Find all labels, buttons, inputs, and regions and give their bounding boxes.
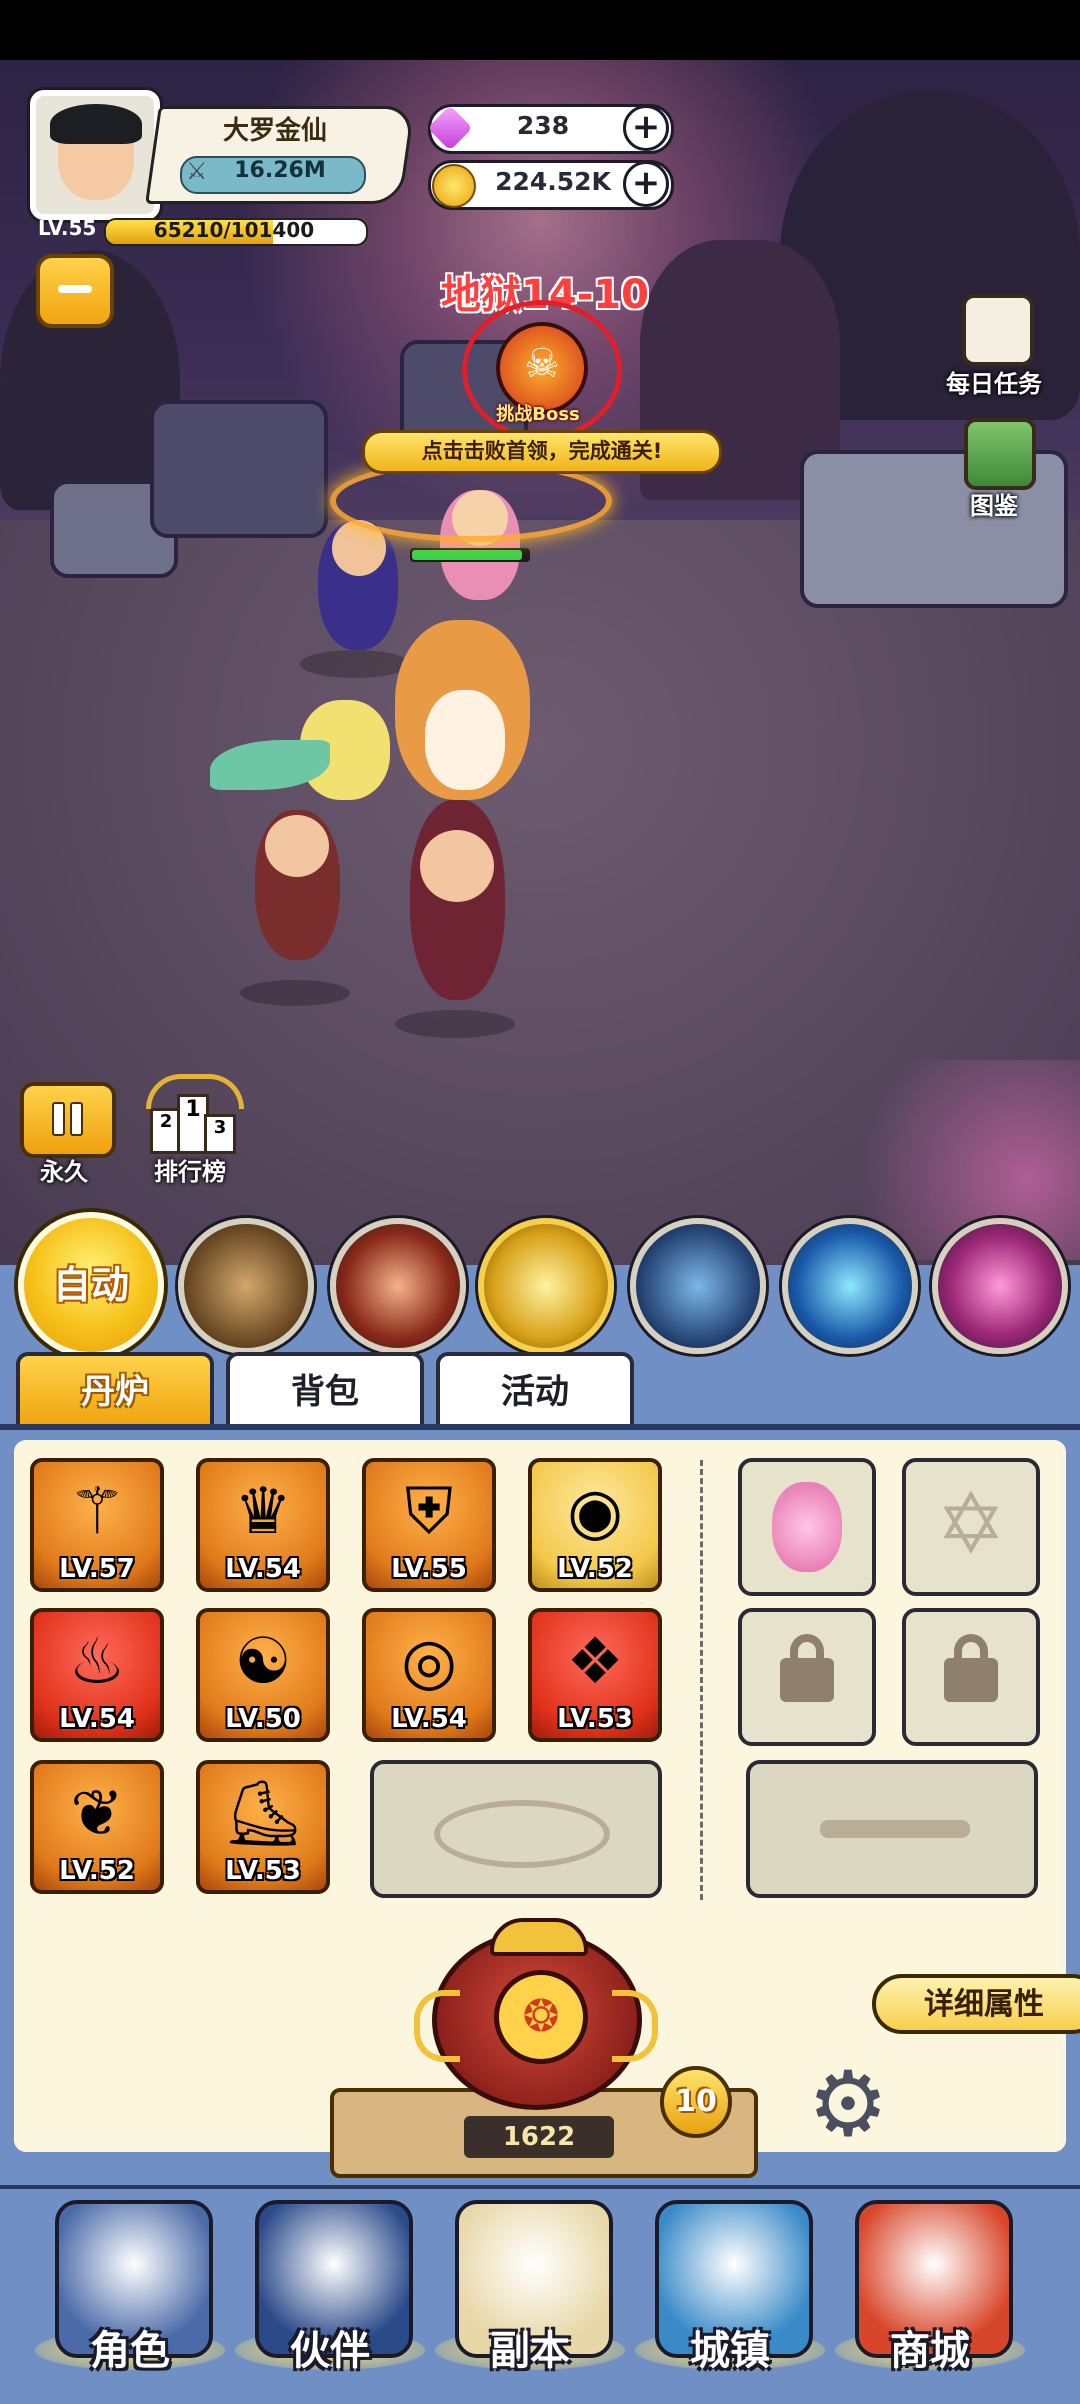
furnace-lid <box>490 1918 588 1956</box>
status-bar <box>0 0 1080 60</box>
skill-swords-icon[interactable] <box>478 1218 614 1354</box>
laurel-icon <box>146 1074 244 1109</box>
crystal-ball-icon: ◉ <box>567 1475 623 1549</box>
equipment-level: LV.50 <box>225 1704 301 1734</box>
equipment-level: LV.57 <box>59 1554 135 1584</box>
divider <box>700 1460 703 1900</box>
equipment-slot[interactable]: ⛨ LV.55 <box>362 1458 496 1592</box>
equipment-slot[interactable]: ◉ LV.52 <box>528 1458 662 1592</box>
player-name: 大罗金仙 <box>222 116 327 146</box>
equip-slot-gourd[interactable] <box>738 1458 876 1596</box>
spear-icon: ⚚ <box>68 1475 126 1549</box>
equipment-level: LV.54 <box>225 1554 301 1584</box>
menu-button[interactable] <box>36 254 114 328</box>
pause-icon <box>52 1102 65 1136</box>
boots-icon: ⛸ <box>222 1777 304 1851</box>
equipment-slot[interactable]: ◎ LV.54 <box>362 1608 496 1742</box>
equipment-slot[interactable]: ♛ LV.54 <box>196 1458 330 1592</box>
daily-tasks-label[interactable]: 每日任务 <box>934 364 1054 399</box>
minus-icon <box>58 285 92 293</box>
equipment-level: LV.53 <box>557 1704 633 1734</box>
trident-icon <box>820 1820 970 1838</box>
equipment-level: LV.54 <box>391 1704 467 1734</box>
pause-label: 永久 <box>40 1158 88 1186</box>
lock-icon <box>780 1658 834 1702</box>
equip-slot-weapon[interactable] <box>746 1760 1038 1898</box>
equipment-slot[interactable]: ♨ LV.54 <box>30 1608 164 1742</box>
skill-lightning-scroll-icon[interactable] <box>630 1218 766 1354</box>
gem-amount: 238 <box>516 111 570 140</box>
equip-slot-formation[interactable] <box>370 1760 662 1898</box>
background-rock <box>150 400 328 538</box>
codex-book-icon[interactable] <box>964 418 1036 490</box>
tab-events[interactable]: 活动 <box>436 1352 634 1426</box>
sword-icon: ⚔ <box>186 157 208 185</box>
demon-mask-icon: ☠ <box>524 341 560 387</box>
add-gems-button[interactable]: + <box>623 105 669 151</box>
hint-text: 点击击败首领，完成通关! <box>421 439 663 463</box>
equipment-slot[interactable]: ☯ LV.50 <box>196 1608 330 1742</box>
gold-coin-icon <box>432 164 476 208</box>
ranking-label[interactable]: 排行榜 <box>130 1152 250 1187</box>
nav-character-label[interactable]: 角色 <box>50 2318 210 2376</box>
equip-slot-empty[interactable]: ✡ <box>902 1458 1040 1596</box>
gourd-icon <box>772 1482 842 1572</box>
flame-icon: ♨ <box>68 1625 126 1699</box>
xp-text: 65210/101400 <box>153 218 315 242</box>
equip-slot-locked[interactable] <box>738 1608 876 1746</box>
jade-ring-icon: ◎ <box>401 1625 457 1699</box>
equipment-slot[interactable]: ❦ LV.52 <box>30 1760 164 1894</box>
add-gold-button[interactable]: + <box>623 161 669 207</box>
daily-tasks-icon[interactable] <box>962 294 1034 366</box>
formation-circle-icon <box>434 1800 610 1868</box>
skill-tornado-icon[interactable] <box>330 1218 466 1354</box>
player-level: LV.55 <box>38 216 97 240</box>
detail-attributes-button[interactable]: 详细属性 <box>872 1974 1080 2034</box>
orb-icon: ❖ <box>566 1625 624 1699</box>
auto-battle-label[interactable]: 自动 <box>18 1212 164 1358</box>
equipment-slot[interactable]: ❖ LV.53 <box>528 1608 662 1742</box>
skill-turtle-icon[interactable] <box>178 1218 314 1354</box>
skill-blue-flame-icon[interactable] <box>782 1218 918 1354</box>
flame-emblem-icon: ❂ <box>494 1970 588 2064</box>
codex-label[interactable]: 图鉴 <box>934 486 1054 521</box>
equipment-level: LV.52 <box>59 1856 135 1886</box>
equip-slot-locked[interactable] <box>902 1608 1040 1746</box>
ranking-podium-icon[interactable]: 2 1 3 <box>142 1070 244 1156</box>
equipment-level: LV.52 <box>557 1554 633 1584</box>
equipment-level: LV.54 <box>59 1704 135 1734</box>
pause-button[interactable] <box>20 1082 116 1158</box>
challenge-boss-label: 挑战Boss <box>496 404 580 425</box>
equipment-level: LV.55 <box>391 1554 467 1584</box>
furnace-level-badge[interactable]: 10 <box>660 2066 732 2138</box>
equipment-level: LV.53 <box>225 1856 301 1886</box>
nav-partner-label[interactable]: 伙伴 <box>250 2318 410 2376</box>
furnace-count: 1622 <box>502 2122 576 2152</box>
necklace-icon: ❦ <box>70 1777 124 1851</box>
tab-backpack[interactable]: 背包 <box>226 1352 424 1426</box>
crown-icon: ♛ <box>234 1475 292 1549</box>
gear-icon[interactable]: ⚙ <box>790 2060 906 2150</box>
nav-town-label[interactable]: 城镇 <box>650 2318 810 2376</box>
nav-dungeon-label[interactable]: 副本 <box>450 2318 610 2376</box>
player-avatar[interactable] <box>30 90 160 220</box>
lock-icon <box>944 1658 998 1702</box>
skill-vortex-icon[interactable] <box>932 1218 1068 1354</box>
equipment-slot[interactable]: ⛸ LV.53 <box>196 1760 330 1894</box>
hexagram-icon: ✡ <box>935 1475 1007 1573</box>
podium-third: 3 <box>204 1114 236 1154</box>
combat-power: 16.26M <box>234 158 326 183</box>
nav-shop-label[interactable]: 商城 <box>850 2318 1010 2376</box>
monk-health-bar <box>410 548 530 562</box>
bagua-icon: ☯ <box>234 1625 292 1699</box>
tab-alchemy-furnace[interactable]: 丹炉 <box>16 1352 214 1426</box>
armor-icon: ⛨ <box>405 1475 453 1549</box>
gold-amount: 224.52K <box>495 167 611 196</box>
equipment-slot[interactable]: ⚚ LV.57 <box>30 1458 164 1592</box>
